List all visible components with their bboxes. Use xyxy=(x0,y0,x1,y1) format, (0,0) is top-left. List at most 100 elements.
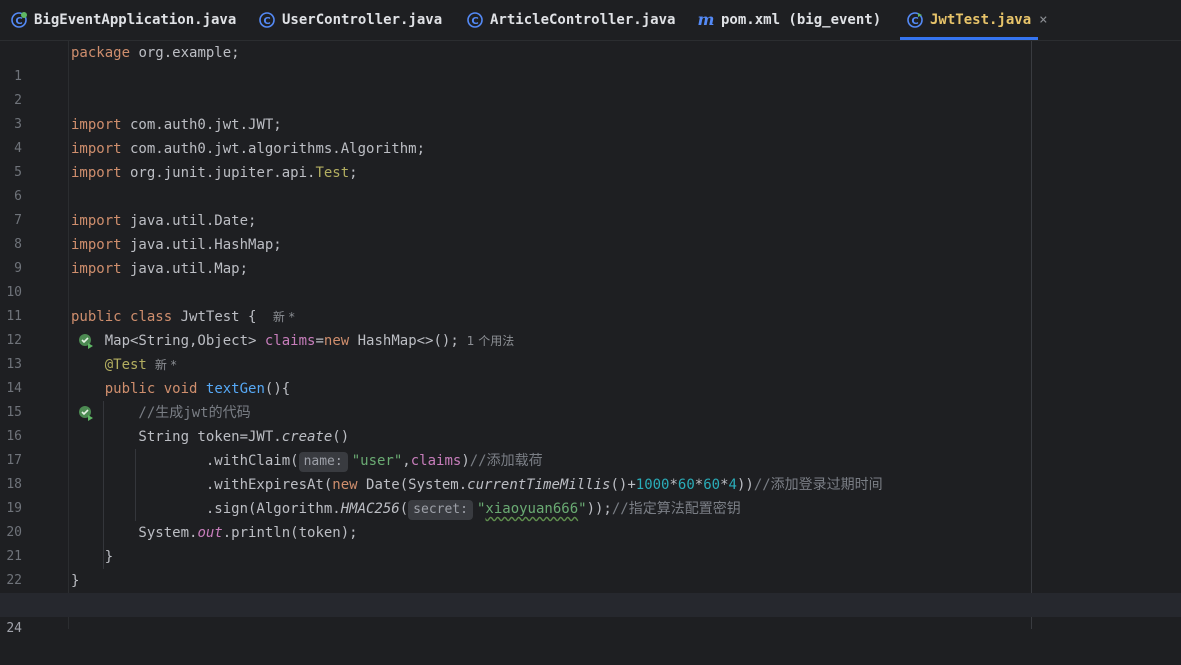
spring-boot-class-icon: C xyxy=(10,11,28,29)
svg-text:C: C xyxy=(15,16,22,27)
code-line: 8 import java.util.Date; xyxy=(0,209,1181,252)
java-class-icon: C xyxy=(466,11,484,29)
static-method: create xyxy=(281,429,333,445)
keyword: public xyxy=(71,381,156,397)
tab-label: JwtTest.java xyxy=(930,12,1032,28)
operator: * xyxy=(694,477,704,493)
code-text: ()+ xyxy=(610,477,636,493)
code-line: 12 public class JwtTest { 新 * xyxy=(0,305,1181,349)
line-number: 24 xyxy=(6,621,22,636)
code-line: 22 } xyxy=(0,545,1181,588)
tab-jwttest[interactable]: C JwtTest.java × xyxy=(900,0,1048,40)
svg-text:m: m xyxy=(698,11,715,29)
parameter-hint: secret: xyxy=(408,500,473,520)
keyword: import xyxy=(71,213,122,229)
code-text: com.auth0.jwt.algorithms.Algorithm; xyxy=(121,141,426,157)
test-class-icon: C xyxy=(906,11,924,29)
code-line: 18 .withClaim(name: "user",claims)//添加载荷 xyxy=(0,449,1181,492)
code-text: .println(token); xyxy=(222,525,358,541)
codevision-usages-hint[interactable]: 1 个用法 xyxy=(467,334,514,348)
string-literal: "user" xyxy=(351,453,403,469)
code-text: .withClaim( xyxy=(71,453,299,469)
maven-icon: m xyxy=(697,10,715,29)
code-text: )); xyxy=(586,501,612,517)
code-text: .withExpiresAt( xyxy=(71,477,333,493)
field-name: claims xyxy=(410,453,462,469)
operator: * xyxy=(669,477,678,493)
static-method: HMAC256 xyxy=(340,501,400,517)
code-text: Date(System. xyxy=(357,477,468,493)
current-line: 24 xyxy=(0,593,1181,636)
code-line: 1 package org.example; xyxy=(0,41,1181,84)
code-line: 7 xyxy=(0,185,1181,228)
run-test-icon[interactable] xyxy=(27,309,93,349)
keyword: import xyxy=(71,141,122,157)
code-text: java.util.Map; xyxy=(121,261,249,277)
keyword: package xyxy=(71,45,131,61)
code-text: , xyxy=(402,453,411,469)
code-text: org.junit.jupiter.api. xyxy=(121,165,316,181)
java-class-icon: C xyxy=(258,11,276,29)
codevision-author-hint[interactable]: 新 * xyxy=(155,358,177,372)
code-line: 3 xyxy=(0,89,1181,132)
number-literal: 4 xyxy=(728,477,737,493)
codevision-author-hint[interactable]: 新 * xyxy=(273,310,295,324)
tab-label: BigEventApplication.java xyxy=(34,12,237,28)
static-method: currentTimeMillis xyxy=(467,477,611,493)
keyword: import xyxy=(71,237,122,253)
run-test-icon[interactable] xyxy=(27,381,93,421)
code-text: (){ xyxy=(264,381,291,397)
method-name: textGen xyxy=(205,381,265,397)
tab-label: ArticleController.java xyxy=(490,12,676,28)
code-text: java.util.Date; xyxy=(121,213,257,229)
code-text: } xyxy=(71,573,80,589)
number-literal: 60 xyxy=(703,477,721,493)
code-line: 19 .withExpiresAt(new Date(System.curren… xyxy=(0,473,1181,516)
code-text: String token=JWT. xyxy=(71,429,282,445)
svg-text:C: C xyxy=(263,16,270,27)
tab-usercontroller[interactable]: C UserController.java xyxy=(258,0,442,40)
keyword: new xyxy=(323,333,350,349)
code-line: 16 //生成jwt的代码 xyxy=(0,401,1181,444)
comment: //生成jwt的代码 xyxy=(71,405,251,421)
code-text: } xyxy=(71,549,114,565)
close-tab-icon[interactable]: × xyxy=(1039,12,1047,28)
annotation-text: Test xyxy=(315,165,350,181)
tab-bigeventapplication[interactable]: C BigEventApplication.java xyxy=(10,0,236,40)
static-field: out xyxy=(197,525,223,541)
code-line: 2 xyxy=(0,65,1181,108)
code-line: 6 import org.junit.jupiter.api.Test; xyxy=(0,161,1181,204)
editor-tab-bar: C BigEventApplication.java C UserControl… xyxy=(0,0,1181,41)
string-quote: " xyxy=(578,501,587,517)
tab-pom-xml[interactable]: m pom.xml (big_event) xyxy=(697,0,882,40)
code-text: JwtTest { xyxy=(172,309,265,325)
code-text: ) xyxy=(461,453,470,469)
code-line: 21 System.out.println(token); xyxy=(0,521,1181,564)
keyword: public xyxy=(71,309,122,325)
code-line: 13 Map<String,Object> claims=new HashMap… xyxy=(0,329,1181,372)
tab-label: pom.xml (big_event) xyxy=(721,12,882,28)
code-line: 5 import com.auth0.jwt.algorithms.Algori… xyxy=(0,137,1181,180)
code-text: System. xyxy=(71,525,198,541)
code-text: = xyxy=(315,333,324,349)
keyword: class xyxy=(130,309,173,325)
code-text: () xyxy=(332,429,350,445)
code-editor[interactable]: 1 package org.example; 2 3 4 import com.… xyxy=(0,41,1181,636)
code-line: 4 import com.auth0.jwt.JWT; xyxy=(0,113,1181,156)
code-text: )) xyxy=(736,477,754,493)
code-text: HashMap<>(); xyxy=(349,333,459,349)
annotation-text: @Test xyxy=(71,357,147,373)
comment: //添加登录过期时间 xyxy=(753,477,883,493)
keyword: new xyxy=(332,477,358,493)
field-name: claims xyxy=(264,333,316,349)
code-text: java.util.HashMap; xyxy=(121,237,282,253)
tab-articlecontroller[interactable]: C ArticleController.java xyxy=(466,0,675,40)
code-line: 20 .sign(Algorithm.HMAC256(secret: "xiaoy… xyxy=(0,497,1181,540)
svg-text:C: C xyxy=(471,16,478,27)
string-literal: xiaoyuan666 xyxy=(485,501,579,517)
code-text: com.auth0.jwt.JWT; xyxy=(121,117,282,133)
code-text: .sign(Algorithm. xyxy=(71,501,341,517)
keyword: import xyxy=(71,165,122,181)
comment: //添加载荷 xyxy=(469,453,543,469)
code-line: 14 @Test 新 * xyxy=(0,353,1181,396)
